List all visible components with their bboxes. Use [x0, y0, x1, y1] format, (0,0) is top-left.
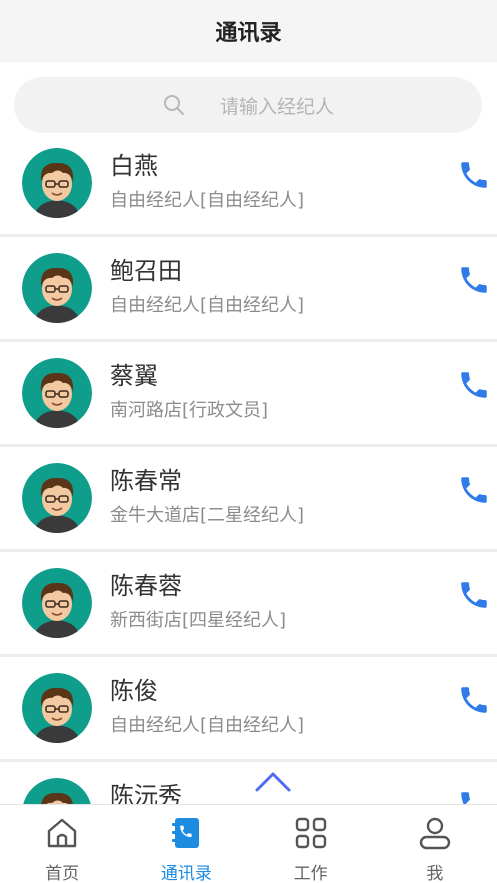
avatar	[22, 253, 92, 323]
tab-contacts[interactable]: 通讯录	[124, 805, 248, 883]
avatar	[22, 673, 92, 743]
contact-row[interactable]: 鲍召田 自由经纪人[自由经纪人]	[0, 237, 497, 339]
tab-me[interactable]: 我	[373, 805, 497, 883]
grid-icon	[295, 817, 326, 849]
contact-row[interactable]: 陈沅秀	[0, 762, 497, 804]
contacts-book-icon	[172, 818, 200, 848]
avatar	[22, 568, 92, 638]
tab-label: 首页	[45, 864, 80, 883]
search-icon	[164, 95, 184, 115]
contact-name: 陈春常	[110, 467, 182, 495]
contact-role: 新西街店[四星经纪人]	[110, 610, 287, 631]
contact-role: 金牛大道店[二星经纪人]	[110, 505, 305, 526]
tab-work[interactable]: 工作	[249, 805, 373, 883]
contact-name: 陈沅秀	[110, 782, 182, 804]
contact-role: 南河路店[行政文员]	[110, 400, 269, 421]
phone-icon[interactable]	[457, 263, 491, 297]
user-icon	[419, 817, 451, 850]
phone-icon[interactable]	[457, 788, 491, 804]
contact-row[interactable]: 陈春蓉 新西街店[四星经纪人]	[0, 552, 497, 654]
contact-name: 鲍召田	[110, 257, 182, 285]
page-title: 通讯录	[215, 21, 282, 46]
search-placeholder: 请输入经纪人	[220, 96, 335, 118]
contact-name: 陈春蓉	[110, 572, 182, 600]
tab-home[interactable]: 首页	[0, 805, 124, 883]
home-icon	[47, 818, 77, 848]
phone-icon[interactable]	[457, 683, 491, 717]
header-bar: 通讯录	[0, 0, 497, 62]
scroll-to-top-chevron-icon[interactable]	[253, 768, 293, 794]
contact-row[interactable]: 蔡翼 南河路店[行政文员]	[0, 342, 497, 444]
phone-icon[interactable]	[457, 578, 491, 612]
bottom-tab-bar: 首页 通讯录 工作 我	[0, 804, 497, 883]
contact-role: 自由经纪人[自由经纪人]	[110, 190, 305, 211]
contact-name: 白燕	[110, 152, 158, 180]
contact-role: 自由经纪人[自由经纪人]	[110, 295, 305, 316]
phone-icon[interactable]	[457, 473, 491, 507]
contact-row[interactable]: 陈春常 金牛大道店[二星经纪人]	[0, 447, 497, 549]
contact-row[interactable]: 白燕 自由经纪人[自由经纪人]	[0, 146, 497, 234]
contact-name: 蔡翼	[110, 362, 158, 390]
tab-label: 我	[426, 864, 444, 883]
avatar	[23, 778, 91, 804]
phone-icon[interactable]	[457, 368, 491, 402]
search-input[interactable]: 请输入经纪人	[14, 77, 482, 133]
contact-role: 自由经纪人[自由经纪人]	[110, 715, 305, 736]
tab-label: 工作	[293, 864, 328, 883]
avatar	[22, 148, 92, 218]
contact-row[interactable]: 陈俊 自由经纪人[自由经纪人]	[0, 657, 497, 759]
avatar	[22, 463, 92, 533]
phone-icon[interactable]	[457, 158, 491, 192]
search-section: 请输入经纪人	[0, 62, 497, 146]
tab-label: 通讯录	[160, 864, 212, 883]
avatar	[22, 358, 92, 428]
contact-name: 陈俊	[110, 677, 158, 705]
contact-list[interactable]: 白燕 自由经纪人[自由经纪人] 鲍召田 自由经纪人[自由经纪人] 蔡翼 南河路店…	[0, 146, 497, 804]
